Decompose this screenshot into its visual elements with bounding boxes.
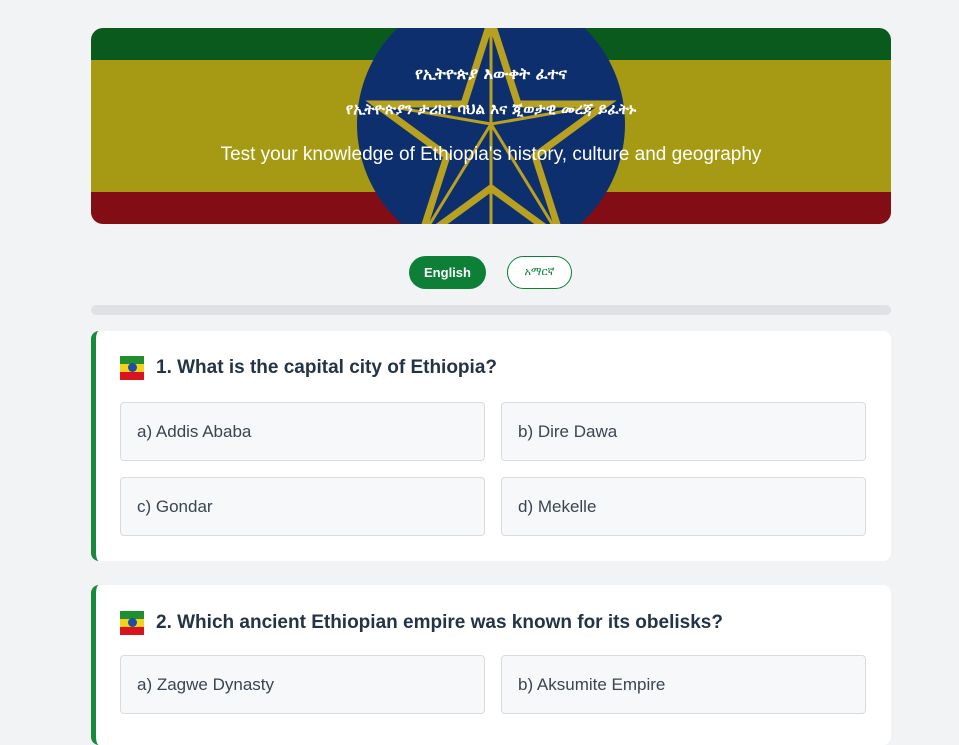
answer-option-b[interactable]: b) Aksumite Empire — [501, 655, 866, 714]
answer-option-d[interactable]: d) Mekelle — [501, 477, 866, 536]
question-text: 2. Which ancient Ethiopian empire was kn… — [156, 612, 723, 633]
answer-option-a[interactable]: a) Addis Ababa — [120, 402, 485, 461]
language-amharic-button[interactable]: አማርኛ — [507, 256, 572, 289]
answer-option-b[interactable]: b) Dire Dawa — [501, 402, 866, 461]
question-card: 1. What is the capital city of Ethiopia?… — [91, 331, 891, 561]
ethiopia-flag-icon — [120, 611, 144, 635]
ethiopia-flag-icon — [120, 356, 144, 380]
page-subtitle-english: Test your knowledge of Ethiopia's histor… — [220, 144, 762, 165]
quiz-header-banner: የኢትዮጵያ እውቀት ፈተና የኢትዮጵያን ታሪክ፣ ባህል እና ጂወታዊ… — [91, 28, 891, 224]
page-subtitle-amharic: የኢትዮጵያን ታሪክ፣ ባህል እና ጂወታዊ መረጃ ይፈትኑ — [345, 100, 637, 118]
language-english-button[interactable]: English — [409, 256, 486, 289]
question-text: 1. What is the capital city of Ethiopia? — [156, 357, 497, 378]
answer-option-a[interactable]: a) Zagwe Dynasty — [120, 655, 485, 714]
answer-option-c[interactable]: c) Gondar — [120, 477, 485, 536]
page-title: የኢትዮጵያ እውቀት ፈተና — [415, 64, 567, 83]
question-card: 2. Which ancient Ethiopian empire was kn… — [91, 585, 891, 745]
quiz-progress-bar — [91, 305, 891, 315]
